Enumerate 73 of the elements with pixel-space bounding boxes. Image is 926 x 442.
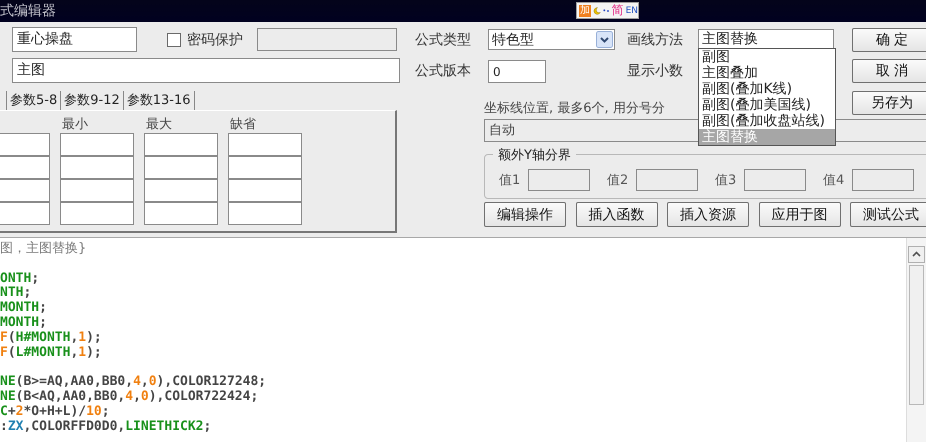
code-line: 图，主图替换} (0, 242, 88, 257)
value-label: 值4 (823, 172, 846, 189)
draw-method-option[interactable]: 副图 (699, 49, 835, 65)
value-label: 值3 (715, 172, 738, 189)
action-button[interactable]: 测试公式 (850, 202, 926, 227)
value-field[interactable] (636, 169, 698, 191)
value-field[interactable] (852, 169, 914, 191)
action-button[interactable]: 编辑操作 (484, 202, 566, 227)
param-input[interactable] (228, 133, 302, 156)
param-input[interactable] (60, 156, 134, 179)
draw-method-label: 画线方法 (627, 30, 684, 48)
column-header: 缺省 (229, 116, 257, 133)
scroll-up-icon[interactable] (908, 246, 925, 263)
param-tab[interactable]: 参数9-12 (61, 91, 124, 110)
param-input[interactable] (60, 179, 134, 202)
formula-version-label: 公式版本 (415, 62, 472, 80)
param-tab[interactable]: 参数13-16 (124, 91, 195, 110)
code-line: NE(B>=AQ,AA0,BB0,4,0),COLOR127248; (0, 375, 268, 390)
code-line: F(L#MONTH,1); (0, 346, 103, 360)
window-title: 式编辑器 (0, 2, 56, 20)
code-line: MONTH; (0, 316, 48, 331)
param-input[interactable] (144, 133, 218, 156)
param-input[interactable] (144, 156, 218, 179)
param-input[interactable] (228, 179, 302, 202)
ime-language-indicator[interactable]: 简 (612, 2, 624, 19)
ime-layout-indicator[interactable]: EN (626, 6, 638, 16)
code-line: :ZX,COLORFFD0D0,LINETHICK2; (0, 420, 212, 434)
action-button[interactable]: 应用于图 (758, 202, 840, 227)
value-field[interactable] (528, 169, 590, 191)
axis-position-note: 坐标线位置, 最多6个, 用分号分 (484, 100, 665, 116)
code-line: F(H#MONTH,1); (0, 330, 103, 346)
column-header: 最小 (61, 116, 89, 133)
description-field[interactable]: 主图 (12, 58, 400, 82)
moon-icon[interactable] (593, 4, 601, 16)
value-field[interactable] (744, 169, 806, 191)
action-button[interactable]: 插入资源 (667, 202, 749, 227)
code-line: NTH; (0, 286, 32, 301)
show-decimals-label: 显示小数 (627, 62, 684, 80)
password-checkbox[interactable] (167, 32, 181, 46)
param-input[interactable] (60, 202, 134, 225)
draw-method-option[interactable]: 副图(叠加收盘站线) (699, 113, 835, 129)
column-header: 最大 (145, 116, 173, 133)
value-label: 值1 (499, 172, 522, 189)
code-line: NE(B<AQ,AA0,BB0,4,0),COLOR722424; (0, 390, 260, 405)
draw-method-option[interactable]: 主图叠加 (699, 65, 835, 81)
value-label: 值2 (607, 172, 630, 189)
save-as-button[interactable]: 另存为 (852, 90, 926, 114)
formula-version-field[interactable]: 0 (488, 60, 546, 82)
param-input[interactable] (144, 202, 218, 225)
param-input[interactable] (60, 133, 134, 156)
group-title: 额外Y轴分界 (493, 146, 576, 164)
scroll-thumb[interactable] (909, 265, 924, 405)
password-field[interactable] (257, 28, 397, 51)
param-input[interactable] (228, 202, 302, 225)
draw-method-select[interactable]: 主图替换 (698, 29, 834, 50)
formula-name-field[interactable]: 重心操盘 (12, 27, 137, 52)
punctuation-icon[interactable] (602, 6, 610, 14)
code-line: MONTH; (0, 301, 48, 316)
formula-type-select[interactable]: 特色型 (488, 29, 615, 50)
formula-type-label: 公式类型 (415, 30, 472, 48)
confirm-button[interactable]: 确 定 (852, 28, 926, 52)
vertical-scrollbar[interactable] (906, 238, 926, 442)
cancel-button[interactable]: 取 消 (852, 59, 926, 83)
code-line: C+2*O+H+L)/10; (0, 404, 111, 420)
param-tab[interactable]: 参数5-8 (7, 91, 62, 110)
code-editor[interactable]: 图，主图替换} ONTH; NTH; MONTH; MONTH; F(H#MONTH,1); F(L#MONTH,1); NE(B>=AQ,AA0,BB0,4,0),COLOR127248; NE(B<AQ,AA0,BB0,4,0),COLOR722424; C+2*O+H+L)/10; :ZX,COLORFFD0D0,LINETHICK2; (0, 238, 926, 442)
draw-method-option[interactable]: 副图(叠加K线) (699, 81, 835, 97)
password-label: 密码保护 (187, 30, 243, 48)
code-line: ONTH; (0, 272, 40, 286)
param-input[interactable] (228, 156, 302, 179)
action-button[interactable]: 插入函数 (576, 202, 658, 227)
param-input[interactable] (144, 179, 218, 202)
draw-method-option[interactable]: 副图(叠加美国线) (699, 97, 835, 113)
